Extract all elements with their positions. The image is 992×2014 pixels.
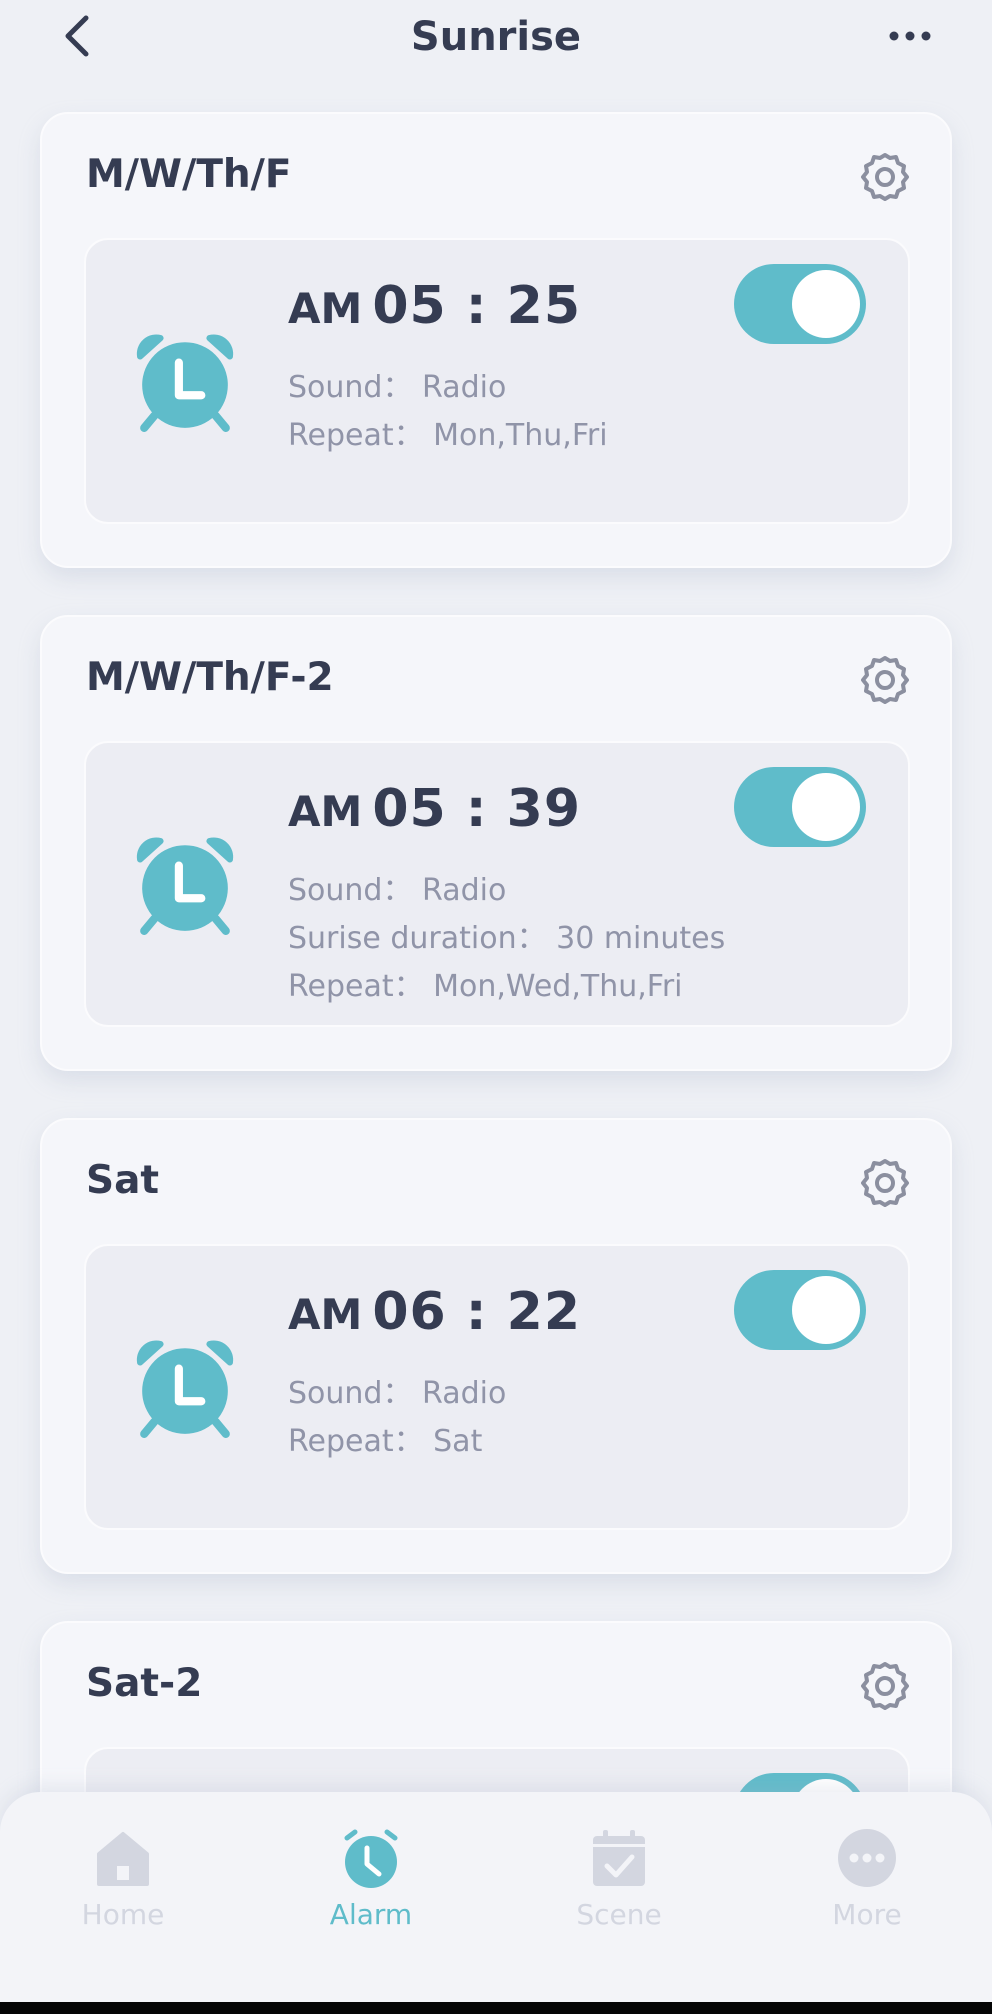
alarm-time-value: 05 : 39 (372, 779, 582, 839)
alarm-settings-button[interactable] (858, 653, 912, 707)
gear-icon (861, 153, 909, 201)
alarm-enable-toggle[interactable] (734, 767, 866, 847)
alarm-name: M/W/Th/F-2 (86, 655, 334, 700)
alarm-sound: Sound： Radio (288, 873, 507, 908)
alarm-repeat: Repeat： Mon,Wed,Thu,Fri (288, 969, 683, 1004)
alarm-card: M/W/Th/F AM 05 : 25 Sound： Radio Repeat： … (40, 112, 952, 568)
alarm-enable-toggle[interactable] (734, 1270, 866, 1350)
gear-icon (861, 656, 909, 704)
alarm-detail-panel[interactable]: AM 05 : 39 Sound： Radio Surise duration： … (84, 741, 910, 1027)
alarm-time-value: 06 : 22 (372, 1282, 582, 1342)
alarm-sunrise-duration: Surise duration： 30 minutes (288, 921, 726, 956)
home-indicator-bar (0, 2002, 992, 2014)
tab-more-label: More (832, 1898, 902, 1931)
more-options-button[interactable] (880, 16, 940, 56)
alarm-settings-button[interactable] (858, 150, 912, 204)
alarm-time: AM 05 : 39 (288, 779, 581, 839)
alarm-clock-icon (136, 837, 234, 935)
alarm-sound: Sound： Radio (288, 370, 507, 405)
alarm-name: Sat (86, 1158, 160, 1203)
alarm-detail-panel[interactable]: AM 06 : 22 Sound： Radio Repeat： Sat (84, 1244, 910, 1530)
alarm-clock-icon (136, 334, 234, 432)
tab-scene-label: Scene (576, 1898, 662, 1931)
more-dots-icon (838, 1829, 896, 1887)
alarm-name: M/W/Th/F (86, 152, 292, 197)
alarm-sound: Sound： Radio (288, 1376, 507, 1411)
alarm-detail-panel[interactable]: AM 05 : 25 Sound： Radio Repeat： Mon,Thu,F… (84, 238, 910, 524)
alarm-repeat: Repeat： Sat (288, 1424, 483, 1459)
toggle-knob (792, 1276, 860, 1344)
tab-home[interactable]: Home (43, 1826, 203, 1956)
alarm-repeat: Repeat： Mon,Thu,Fri (288, 418, 608, 453)
alarm-clock-icon (136, 1340, 234, 1438)
bottom-tab-bar: Home Alarm Scene More (0, 1792, 992, 2014)
home-icon (97, 1832, 149, 1886)
alarm-time-value: 05 : 25 (372, 276, 582, 336)
alarm-icon (344, 1829, 398, 1888)
alarm-settings-button[interactable] (858, 1659, 912, 1713)
calendar-check-icon (593, 1830, 645, 1886)
alarm-enable-toggle[interactable] (734, 264, 866, 344)
tab-more[interactable]: More (787, 1826, 947, 1956)
alarm-settings-button[interactable] (858, 1156, 912, 1210)
more-dots-icon (889, 31, 931, 41)
alarm-card: M/W/Th/F-2 AM 05 : 39 Sound： Radio Surise… (40, 615, 952, 1071)
alarm-ampm: AM (288, 284, 363, 333)
tab-home-label: Home (81, 1898, 165, 1931)
alarm-name: Sat-2 (86, 1661, 203, 1706)
alarm-card: Sat AM 06 : 22 Sound： Radio Repeat： Sat (40, 1118, 952, 1574)
tab-scene[interactable]: Scene (539, 1826, 699, 1956)
top-header: Sunrise (0, 0, 992, 80)
alarm-ampm: AM (288, 787, 363, 836)
page-title: Sunrise (410, 14, 582, 60)
gear-icon (861, 1159, 909, 1207)
tab-alarm-label: Alarm (329, 1898, 413, 1931)
alarm-list-screen: Sunrise M/W/Th/F AM 05: 25 Sound： Radio… (0, 0, 992, 2014)
tab-alarm[interactable]: Alarm (291, 1826, 451, 1956)
toggle-knob (792, 773, 860, 841)
gear-icon (861, 1662, 909, 1710)
alarm-ampm: AM (288, 1290, 363, 1339)
alarm-time: AM 05 : 25 (288, 276, 581, 336)
toggle-knob (792, 270, 860, 338)
alarm-time: AM 06 : 22 (288, 1282, 581, 1342)
